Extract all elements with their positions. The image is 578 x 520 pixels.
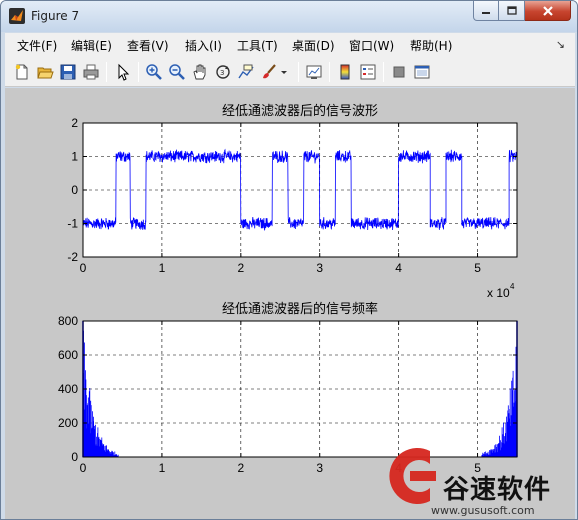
hide-plot-tools-button[interactable] bbox=[388, 61, 410, 83]
open-file-icon bbox=[37, 67, 54, 79]
legend-button[interactable] bbox=[357, 61, 379, 83]
brush-dropdown-button[interactable] bbox=[278, 61, 290, 83]
window-title: Figure 7 bbox=[31, 9, 80, 23]
y-tick-label: 200 bbox=[58, 416, 78, 430]
maximize-icon bbox=[506, 5, 517, 15]
menu-help[interactable]: 帮助(H) bbox=[410, 37, 452, 54]
maximize-button[interactable] bbox=[499, 1, 525, 21]
brush-icon bbox=[263, 64, 276, 79]
menu-edit[interactable]: 编辑(E) bbox=[71, 37, 112, 54]
print-icon bbox=[83, 64, 99, 80]
y-tick-label: 600 bbox=[58, 348, 78, 362]
y-tick-label: -2 bbox=[67, 250, 78, 264]
x-tick-label: 0 bbox=[80, 261, 87, 275]
x-tick-label: 3 bbox=[316, 261, 323, 275]
edit-plot-arrow-icon bbox=[118, 63, 130, 81]
toolbar-separator bbox=[329, 62, 330, 82]
legend-icon bbox=[360, 64, 376, 80]
menu-view[interactable]: 查看(V) bbox=[127, 37, 169, 54]
colorbar-icon bbox=[340, 64, 350, 80]
y-tick-label: 400 bbox=[58, 382, 78, 396]
title-bar[interactable]: Figure 7 bbox=[1, 1, 577, 32]
x-multiplier-label: x 10 bbox=[487, 286, 510, 300]
zoom-out-icon bbox=[169, 64, 185, 80]
menu-bar: 文件(F) 编辑(E) 查看(V) 插入(I) 工具(T) 桌面(D) 窗口(W… bbox=[5, 33, 575, 57]
new-figure-button[interactable] bbox=[11, 61, 33, 83]
x-tick-label: 1 bbox=[159, 461, 166, 475]
menu-file[interactable]: 文件(F) bbox=[17, 37, 57, 54]
matlab-icon bbox=[9, 8, 25, 24]
show-plot-tools-icon bbox=[414, 65, 430, 79]
x-tick-label: 0 bbox=[80, 461, 87, 475]
figure-canvas: 012345210-1-2经低通滤波器后的信号波形x 104 012345800… bbox=[5, 88, 575, 519]
chart-title: 经低通滤波器后的信号频率 bbox=[222, 301, 378, 317]
toolbar-separator bbox=[106, 62, 107, 82]
dropdown-arrow-icon bbox=[281, 71, 287, 74]
x-tick-label: 4 bbox=[395, 261, 402, 275]
new-figure-icon bbox=[15, 64, 28, 80]
save-icon bbox=[60, 64, 76, 80]
dock-arrow-icon[interactable]: ↘ bbox=[556, 38, 565, 51]
toolbar-separator bbox=[298, 62, 299, 82]
x-tick-label: 1 bbox=[159, 261, 166, 275]
x-tick-label: 2 bbox=[237, 461, 244, 475]
svg-text:3: 3 bbox=[220, 69, 224, 77]
colorbar-button[interactable] bbox=[334, 61, 356, 83]
spectrum-axes[interactable]: 0123458006004002000经低通滤波器后的信号频率 bbox=[58, 301, 518, 475]
y-tick-label: 0 bbox=[71, 450, 78, 464]
rotate-3d-icon: 3 bbox=[216, 65, 230, 79]
close-button[interactable] bbox=[525, 1, 571, 21]
show-plot-tools-button[interactable] bbox=[411, 61, 433, 83]
data-cursor-button[interactable] bbox=[235, 61, 257, 83]
link-plot-button[interactable] bbox=[303, 61, 325, 83]
y-tick-label: -1 bbox=[67, 217, 78, 231]
save-button[interactable] bbox=[57, 61, 79, 83]
data-cursor-icon bbox=[238, 64, 254, 79]
zoom-out-button[interactable] bbox=[166, 61, 188, 83]
menu-insert[interactable]: 插入(I) bbox=[185, 37, 222, 54]
hide-plot-tools-icon bbox=[393, 66, 405, 78]
menu-window[interactable]: 窗口(W) bbox=[349, 37, 394, 54]
toolbar-separator bbox=[138, 62, 139, 82]
x-multiplier-exponent: 4 bbox=[510, 282, 515, 291]
edit-plot-button[interactable] bbox=[112, 61, 134, 83]
menu-desktop[interactable]: 桌面(D) bbox=[292, 37, 335, 54]
rotate-3d-button[interactable]: 3 bbox=[212, 61, 234, 83]
zoom-in-button[interactable] bbox=[143, 61, 165, 83]
zoom-in-icon bbox=[146, 64, 162, 80]
x-tick-label: 5 bbox=[474, 261, 481, 275]
x-tick-label: 3 bbox=[316, 461, 323, 475]
y-tick-label: 0 bbox=[71, 183, 78, 197]
pan-button[interactable] bbox=[189, 61, 211, 83]
close-icon bbox=[542, 5, 553, 16]
plots-svg: 012345210-1-2经低通滤波器后的信号波形x 104 012345800… bbox=[58, 103, 518, 504]
y-tick-label: 800 bbox=[58, 314, 78, 328]
menu-tools[interactable]: 工具(T) bbox=[237, 37, 278, 54]
x-tick-label: 2 bbox=[237, 261, 244, 275]
waveform-axes[interactable]: 0 1 2 3 4 5210-1-2经低通滤波器后的信号波形x 10 4 bbox=[67, 103, 518, 300]
open-file-button[interactable] bbox=[34, 61, 56, 83]
link-plot-icon bbox=[306, 65, 322, 79]
y-tick-label: 1 bbox=[71, 150, 78, 164]
chart-title: 经低通滤波器后的信号波形 bbox=[222, 103, 378, 119]
pan-hand-icon bbox=[193, 64, 206, 80]
brush-button[interactable] bbox=[258, 61, 280, 83]
watermark-title: 谷速软件 bbox=[443, 475, 552, 505]
figure-window: Figure 7 文件(F) 编辑(E) 查看(V) 插入(I) 工具(T) 桌… bbox=[0, 0, 578, 520]
print-button[interactable] bbox=[80, 61, 102, 83]
watermark-url: www.gususoft.com bbox=[431, 504, 535, 517]
figure-toolbar: 3 bbox=[5, 57, 575, 87]
minimize-icon bbox=[482, 11, 490, 14]
toolbar-separator bbox=[383, 62, 384, 82]
minimize-button[interactable] bbox=[473, 1, 499, 21]
watermark-g-bar bbox=[410, 471, 436, 481]
y-tick-label: 2 bbox=[71, 116, 78, 130]
